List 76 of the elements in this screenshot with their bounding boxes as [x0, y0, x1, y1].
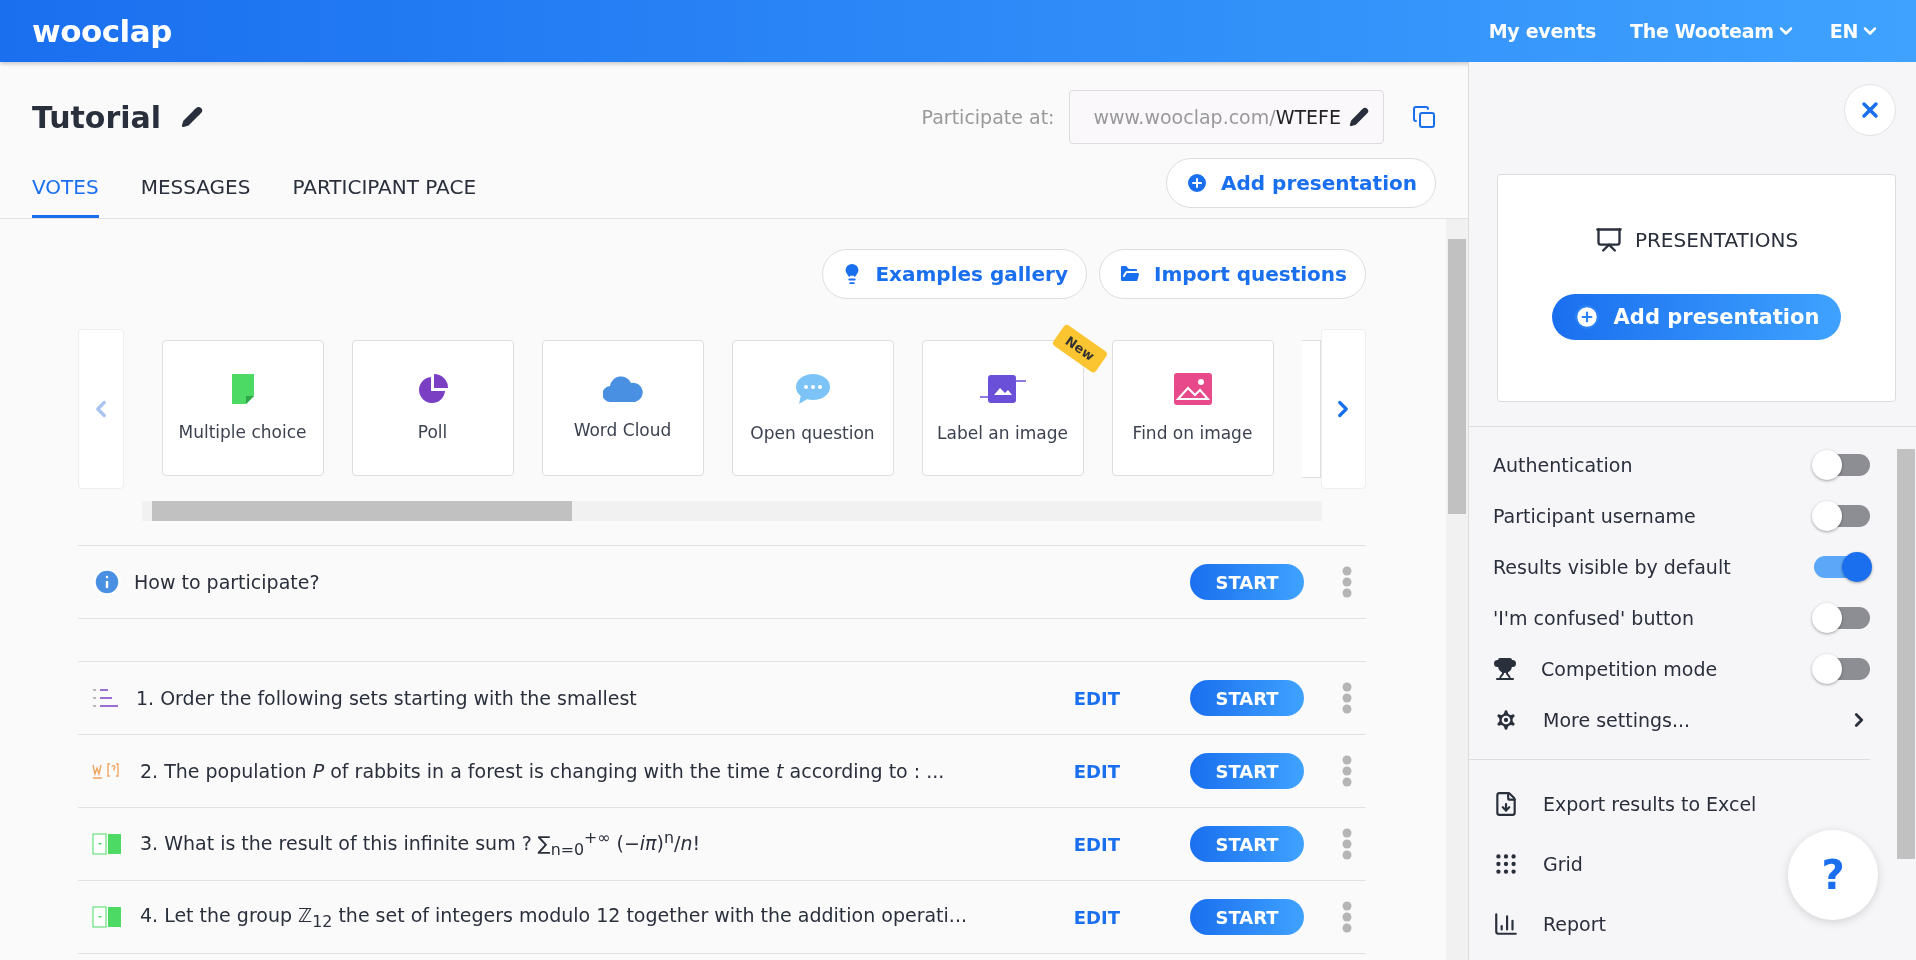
start-button[interactable]: START: [1190, 564, 1304, 600]
question-type-card[interactable]: Find on image: [1111, 340, 1274, 476]
add-presentation-button[interactable]: Add presentation: [1166, 158, 1436, 208]
numbered-list-icon: [92, 687, 118, 709]
question-title: 3. What is the result of this infinite sum ? ∑$_{n=0}$$^{+∞}$ (−iπ)$^{n}$/n!: [140, 828, 702, 860]
import-button[interactable]: Import questions: [1098, 249, 1366, 299]
menu-item[interactable]: Report: [1493, 894, 1606, 954]
edit-link[interactable]: EDIT: [1073, 833, 1120, 855]
horizontal-scrollbar[interactable]: [142, 501, 1322, 521]
participation-url-field[interactable]: www.wooclap.com/WTEFE: [1068, 90, 1384, 144]
presentations-title: PRESENTATIONS: [1634, 228, 1799, 252]
tab[interactable]: VOTES: [32, 175, 99, 218]
plus-circle-icon: [1573, 304, 1600, 330]
cards-icon: [92, 833, 122, 855]
close-button[interactable]: [1844, 84, 1896, 136]
examples-gallery-button[interactable]: Examples gallery: [822, 249, 1087, 299]
more-options-icon[interactable]: [1342, 566, 1352, 598]
intro-title: How to participate?: [134, 571, 321, 593]
tab[interactable]: MESSAGES: [140, 175, 251, 218]
question-type-card[interactable]: Open question: [731, 340, 894, 476]
start-button[interactable]: START: [1190, 826, 1304, 862]
bar-chart-icon: [1493, 911, 1519, 937]
participate-label: Participate at:: [921, 106, 1055, 128]
help-button[interactable]: ?: [1788, 830, 1878, 920]
start-button[interactable]: START: [1190, 680, 1304, 716]
event-title: Tutorial: [32, 99, 162, 135]
more-options-icon[interactable]: [1342, 901, 1352, 933]
fill-blank-icon: [92, 762, 122, 780]
vertical-scrollbar[interactable]: [1446, 219, 1468, 960]
start-button[interactable]: START: [1190, 753, 1304, 789]
nav-link[interactable]: EN: [1829, 20, 1880, 42]
edit-link[interactable]: EDIT: [1073, 760, 1120, 782]
start-button[interactable]: START: [1190, 899, 1304, 935]
copy-icon[interactable]: [1412, 105, 1436, 129]
more-options-icon[interactable]: [1342, 828, 1352, 860]
setting-label: Competition mode: [1541, 657, 1719, 680]
edit-icon[interactable]: [1349, 107, 1369, 127]
edit-link[interactable]: EDIT: [1073, 687, 1120, 709]
trophy-icon: [1493, 656, 1517, 681]
tab[interactable]: PARTICIPANT PACE: [292, 175, 477, 218]
setting-label: 'I'm confused' button: [1493, 606, 1696, 629]
presentation-icon: [1594, 226, 1623, 254]
setting-label: Results visible by default: [1493, 555, 1732, 578]
question-type-card[interactable]: Word Cloud: [541, 340, 704, 476]
grid-icon: [1493, 851, 1519, 877]
image-icon: [1173, 373, 1212, 405]
question-title: 1. Order the following sets starting with the smallest: [136, 687, 638, 709]
cards-icon: [92, 906, 122, 928]
edit-icon[interactable]: [181, 106, 204, 128]
question-type-card[interactable]: Poll: [351, 340, 514, 476]
setting-label: Participant username: [1493, 504, 1697, 527]
setting-label: More settings...: [1543, 708, 1692, 731]
question-title: 2. The population P of rabbits in a forest is changing with the time t according to : ...: [140, 760, 946, 782]
next-button[interactable]: [1320, 329, 1366, 489]
question-type-card[interactable]: Multiple choice: [161, 340, 324, 476]
add-presentation-button[interactable]: Add presentation: [1551, 294, 1842, 340]
question-title: 4. Let the group ℤ$_{12}$ the set of integers modulo 12 together with the addition operati...: [140, 903, 968, 931]
card-edge[interactable]: [1301, 340, 1321, 478]
info-icon: [92, 567, 122, 597]
cloud-icon: [602, 376, 643, 402]
nav-link[interactable]: The Wooteam: [1630, 20, 1796, 42]
menu-item[interactable]: Export results to Excel: [1493, 774, 1757, 834]
image-label-icon: [977, 373, 1028, 405]
setting-label: Authentication: [1493, 453, 1634, 476]
edit-link[interactable]: EDIT: [1073, 906, 1120, 928]
logo[interactable]: wooclap: [32, 13, 172, 49]
previous-button[interactable]: [78, 329, 124, 489]
nav-link[interactable]: My events: [1488, 20, 1597, 42]
more-options-icon[interactable]: [1342, 682, 1352, 714]
more-options-icon[interactable]: [1342, 755, 1352, 787]
plus-circle-icon: [1185, 171, 1209, 195]
document-icon: [231, 374, 254, 404]
speech-bubble-icon: [794, 373, 831, 405]
menu-item[interactable]: Grid: [1493, 834, 1583, 894]
file-download-icon: [1493, 791, 1519, 817]
pie-chart-icon: [417, 374, 448, 404]
